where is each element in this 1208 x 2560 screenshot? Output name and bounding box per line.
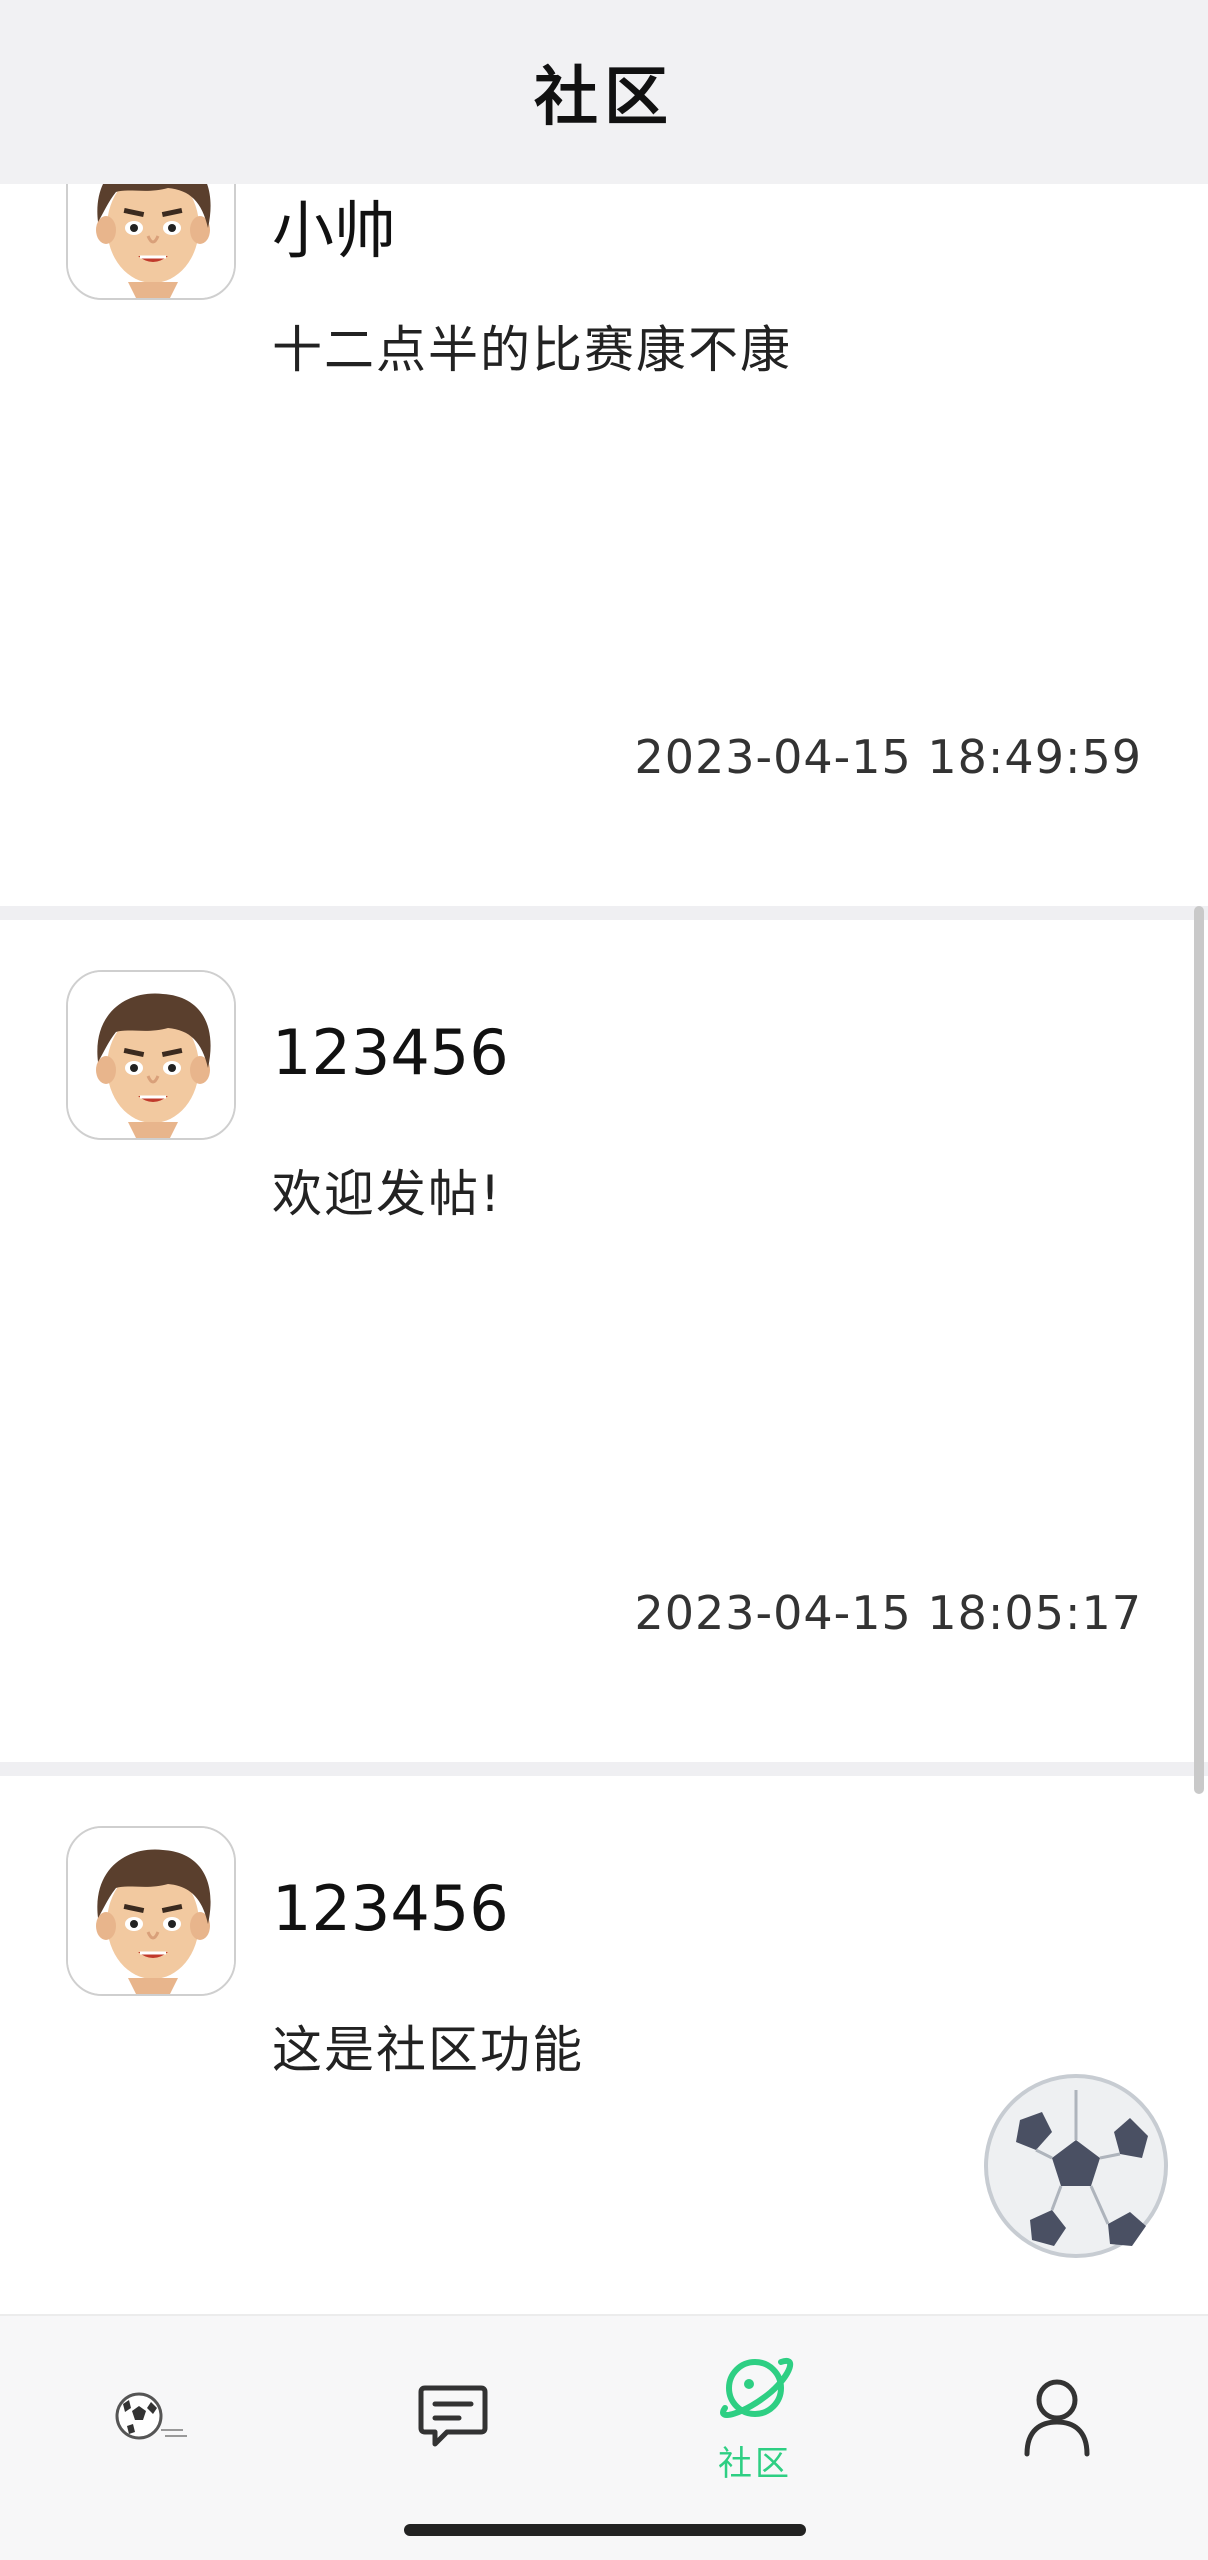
post-card[interactable]: 小帅 十二点半的比赛康不康 2023-04-15 18:49:59 xyxy=(0,184,1208,906)
post-author[interactable]: 123456 xyxy=(272,1016,509,1089)
avatar[interactable] xyxy=(66,184,236,300)
tab-messages[interactable] xyxy=(302,2316,604,2516)
post-feed[interactable]: 小帅 十二点半的比赛康不康 2023-04-15 18:49:59 123456… xyxy=(0,184,1208,2314)
post-divider xyxy=(0,1762,1208,1776)
avatar[interactable] xyxy=(66,970,236,1140)
post-author[interactable]: 123456 xyxy=(272,1872,509,1945)
soccer-ball-icon xyxy=(984,2074,1168,2258)
floating-soccer-button[interactable] xyxy=(980,2070,1172,2262)
avatar[interactable] xyxy=(66,1826,236,1996)
soccer-ball-icon xyxy=(115,2392,187,2440)
post-content: 十二点半的比赛康不康 xyxy=(272,321,792,379)
post-time: 2023-04-15 18:49:59 xyxy=(634,730,1142,784)
person-icon xyxy=(1024,2379,1090,2457)
top-header: 社区 xyxy=(0,0,1208,184)
post-content: 这是社区功能 xyxy=(272,2021,584,2079)
post-author[interactable]: 小帅 xyxy=(272,184,396,270)
post-time: 2023-04-15 18:05:17 xyxy=(634,1586,1142,1640)
tab-profile[interactable] xyxy=(906,2316,1208,2516)
tab-community[interactable]: 社区 xyxy=(604,2316,906,2516)
page-title: 社区 xyxy=(534,61,674,135)
tab-community-label: 社区 xyxy=(718,2443,792,2484)
post-divider xyxy=(0,906,1208,920)
planet-icon xyxy=(720,2357,794,2418)
scrollbar[interactable] xyxy=(1194,906,1204,1794)
message-icon xyxy=(418,2385,488,2447)
tab-home[interactable] xyxy=(0,2316,302,2516)
post-card[interactable]: 123456 欢迎发帖! 2023-04-15 18:05:17 xyxy=(0,920,1208,1762)
post-content: 欢迎发帖! xyxy=(272,1165,503,1223)
home-indicator[interactable] xyxy=(404,2524,806,2536)
